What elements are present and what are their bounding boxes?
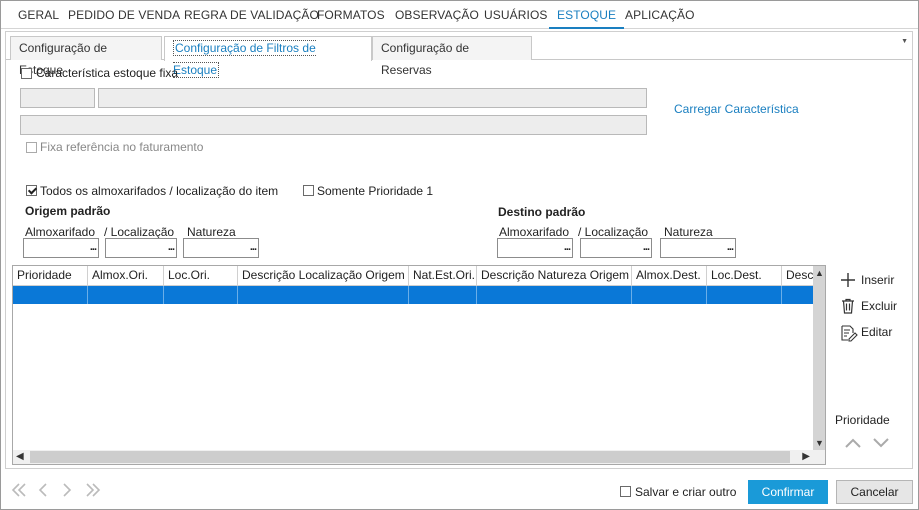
prioridade-label: Prioridade bbox=[835, 413, 890, 427]
lookup-button[interactable]: ... bbox=[564, 241, 571, 253]
destino-local-lookup[interactable]: ... bbox=[580, 238, 652, 258]
col-almox-ori[interactable]: Almox.Ori. bbox=[88, 266, 164, 286]
grid-header: Prioridade Almox.Ori. Loc.Ori. Descrição… bbox=[13, 266, 813, 286]
scroll-left-icon[interactable]: ◀ bbox=[16, 451, 24, 462]
scroll-up-icon[interactable]: ▲ bbox=[815, 268, 824, 278]
destino-almox-label: Almoxarifado bbox=[499, 225, 570, 239]
origem-local-lookup[interactable]: ... bbox=[105, 238, 177, 258]
first-page-icon[interactable] bbox=[11, 483, 27, 497]
horizontal-scrollbar[interactable]: ◀ ▶ bbox=[13, 450, 813, 464]
tab-observacao[interactable]: OBSERVAÇÃO bbox=[395, 8, 479, 22]
excluir-button[interactable]: Excluir bbox=[840, 298, 910, 316]
scroll-down-icon[interactable]: ▼ bbox=[815, 438, 824, 448]
tabs-dropdown-icon[interactable]: ▼ bbox=[901, 38, 908, 45]
chevron-up-icon[interactable] bbox=[844, 437, 862, 449]
inserir-label: Inserir bbox=[861, 273, 895, 287]
origem-title: Origem padrão bbox=[25, 204, 111, 218]
destino-natureza-lookup[interactable]: ... bbox=[660, 238, 736, 258]
destino-natureza-label: Natureza bbox=[664, 225, 713, 239]
salvar-criar-outro-checkbox[interactable] bbox=[620, 486, 631, 497]
table-cell[interactable] bbox=[632, 286, 707, 304]
tab-pedido-de-venda[interactable]: PEDIDO DE VENDA bbox=[68, 8, 180, 22]
lookup-button[interactable]: ... bbox=[727, 241, 734, 253]
table-cell[interactable] bbox=[238, 286, 409, 304]
tab-formatos[interactable]: FORMATOS bbox=[317, 8, 385, 22]
destino-almox-lookup[interactable]: ... bbox=[497, 238, 573, 258]
col-prioridade[interactable]: Prioridade bbox=[13, 266, 88, 286]
table-cell[interactable] bbox=[477, 286, 632, 304]
tab-estoque[interactable]: ESTOQUE bbox=[548, 8, 625, 29]
main-tab-bar: GERAL PEDIDO DE VENDA REGRA DE VALIDAÇÃO… bbox=[1, 1, 918, 29]
excluir-label: Excluir bbox=[861, 299, 898, 313]
col-nat-est-ori[interactable]: Nat.Est.Ori. bbox=[409, 266, 477, 286]
col-desc[interactable]: Desc bbox=[782, 266, 813, 286]
inserir-button[interactable]: Inserir bbox=[840, 272, 910, 290]
lookup-button[interactable]: ... bbox=[643, 241, 650, 253]
chevron-down-icon[interactable] bbox=[872, 437, 890, 449]
tab-geral[interactable]: GERAL bbox=[18, 8, 59, 22]
lookup-button[interactable]: ... bbox=[168, 241, 175, 253]
lookup-button[interactable]: ... bbox=[250, 241, 257, 253]
previous-page-icon[interactable] bbox=[37, 483, 49, 497]
subtab-label: Configuração de Filtros de Estoque bbox=[173, 40, 316, 78]
origem-local-label: / Localização bbox=[104, 225, 175, 239]
confirmar-button[interactable]: Confirmar bbox=[748, 480, 828, 504]
table-cell[interactable] bbox=[707, 286, 782, 304]
last-page-icon[interactable] bbox=[85, 483, 101, 497]
dialog-window: GERAL PEDIDO DE VENDA REGRA DE VALIDAÇÃO… bbox=[0, 0, 919, 510]
caracteristica-label: Característica estoque fixa bbox=[36, 66, 179, 80]
editar-button[interactable]: Editar bbox=[840, 324, 910, 342]
table-cell[interactable] bbox=[164, 286, 238, 304]
caracteristica-desc-field[interactable] bbox=[98, 88, 647, 108]
subtab-label: Configuração de Reservas bbox=[381, 41, 470, 77]
fixa-referencia-label: Fixa referência no faturamento bbox=[40, 140, 204, 154]
todos-almox-label: Todos os almoxarifados / localização do … bbox=[40, 184, 279, 198]
table-cell[interactable] bbox=[88, 286, 164, 304]
col-loc-ori[interactable]: Loc.Ori. bbox=[164, 266, 238, 286]
origem-almox-lookup[interactable]: ... bbox=[23, 238, 99, 258]
vertical-scrollbar[interactable]: ▲ ▼ bbox=[813, 266, 825, 450]
col-desc-localizacao-origem[interactable]: Descrição Localização Origem bbox=[238, 266, 409, 286]
caracteristica-value-field[interactable] bbox=[20, 115, 647, 135]
tab-regra-de-validacao[interactable]: REGRA DE VALIDAÇÃO bbox=[184, 8, 319, 22]
cancelar-button[interactable]: Cancelar bbox=[836, 480, 913, 504]
origem-natureza-label: Natureza bbox=[187, 225, 236, 239]
table-cell[interactable] bbox=[13, 286, 88, 304]
scroll-corner bbox=[813, 450, 825, 464]
caracteristica-checkbox[interactable] bbox=[21, 68, 32, 79]
next-page-icon[interactable] bbox=[61, 483, 73, 497]
somente-prioridade-label: Somente Prioridade 1 bbox=[317, 184, 434, 198]
todos-almox-checkbox[interactable] bbox=[26, 185, 37, 196]
scroll-right-icon[interactable]: ▶ bbox=[802, 451, 810, 462]
destino-local-label: / Localização bbox=[578, 225, 649, 239]
origem-almox-label: Almoxarifado bbox=[25, 225, 96, 239]
estoque-panel: Configuração de Estoque Configuração de … bbox=[5, 31, 913, 469]
salvar-criar-outro-label: Salvar e criar outro bbox=[635, 485, 737, 499]
subtab-configuracao-filtros[interactable]: Configuração de Filtros de Estoque bbox=[164, 36, 372, 78]
fixa-referencia-checkbox[interactable] bbox=[26, 142, 37, 153]
footer: Salvar e criar outro Confirmar Cancelar bbox=[1, 471, 918, 509]
col-loc-dest[interactable]: Loc.Dest. bbox=[707, 266, 782, 286]
trash-icon bbox=[842, 298, 854, 314]
somente-prioridade-checkbox[interactable] bbox=[303, 185, 314, 196]
edit-icon bbox=[841, 325, 858, 342]
col-almox-dest[interactable]: Almox.Dest. bbox=[632, 266, 707, 286]
plus-icon bbox=[841, 273, 855, 287]
origem-natureza-lookup[interactable]: ... bbox=[183, 238, 259, 258]
carregar-caracteristica-link[interactable]: Carregar Característica bbox=[674, 102, 799, 116]
destino-title: Destino padrão bbox=[498, 205, 586, 219]
col-desc-natureza-origem[interactable]: Descrição Natureza Origem bbox=[477, 266, 632, 286]
tab-usuarios[interactable]: USUÁRIOS bbox=[484, 8, 547, 22]
subtab-configuracao-estoque[interactable]: Configuração de Estoque bbox=[10, 36, 162, 77]
editar-label: Editar bbox=[861, 325, 893, 339]
scroll-thumb[interactable] bbox=[30, 451, 790, 463]
tab-aplicacao[interactable]: APLICAÇÃO bbox=[625, 8, 695, 22]
lookup-button[interactable]: ... bbox=[90, 241, 97, 253]
table-row[interactable] bbox=[13, 286, 813, 304]
caracteristica-code-field[interactable] bbox=[20, 88, 95, 108]
sub-tab-bar: Configuração de Estoque Configuração de … bbox=[6, 32, 912, 78]
prioridade-grid[interactable]: Prioridade Almox.Ori. Loc.Ori. Descrição… bbox=[12, 265, 826, 465]
table-cell[interactable] bbox=[409, 286, 477, 304]
subtab-configuracao-reservas[interactable]: Configuração de Reservas bbox=[372, 36, 532, 77]
